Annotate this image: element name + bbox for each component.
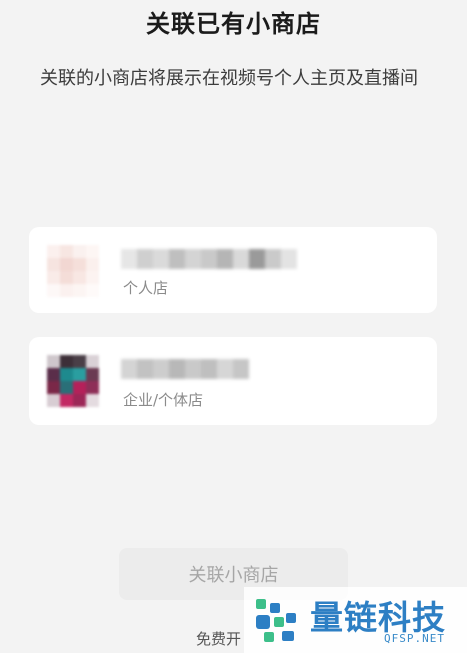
name-pixel xyxy=(153,249,169,269)
shop-name-redacted xyxy=(121,359,249,379)
avatar-pixel xyxy=(86,355,99,368)
link-shop-page: 关联已有小商店 关联的小商店将展示在视频号个人主页及直播间 个人店 企业/个体店… xyxy=(0,0,467,653)
avatar-pixel xyxy=(60,258,73,271)
name-pixel xyxy=(249,249,265,269)
avatar-pixel xyxy=(60,394,73,407)
name-pixel xyxy=(185,249,201,269)
avatar-pixel xyxy=(73,258,86,271)
name-pixel xyxy=(121,359,137,379)
name-pixel xyxy=(265,249,281,269)
avatar-pixel xyxy=(86,368,99,381)
page-description: 关联的小商店将展示在视频号个人主页及直播间 xyxy=(40,68,418,89)
avatar-pixel xyxy=(86,258,99,271)
name-pixel xyxy=(233,249,249,269)
avatar-pixel xyxy=(86,394,99,407)
avatar-pixel xyxy=(86,271,99,284)
name-pixel xyxy=(153,359,169,379)
avatar-pixel xyxy=(73,355,86,368)
shop-name-redacted xyxy=(121,249,297,269)
avatar-pixel xyxy=(47,368,60,381)
avatar-pixel xyxy=(47,258,60,271)
avatar-pixel xyxy=(60,355,73,368)
name-pixel xyxy=(185,359,201,379)
avatar-pixel xyxy=(47,245,60,258)
avatar-pixel xyxy=(73,368,86,381)
avatar-pixel xyxy=(47,271,60,284)
name-pixel xyxy=(121,249,137,269)
avatar-pixel xyxy=(47,284,60,297)
avatar-pixel xyxy=(47,381,60,394)
name-pixel xyxy=(169,249,185,269)
name-pixel xyxy=(201,249,217,269)
name-pixel xyxy=(137,249,153,269)
open-free-store-link[interactable]: 免费开 xyxy=(196,628,241,649)
watermark-logo-icon xyxy=(256,599,296,642)
avatar-pixel xyxy=(60,271,73,284)
avatar-pixel xyxy=(73,284,86,297)
avatar-pixel xyxy=(86,245,99,258)
avatar-pixel xyxy=(60,284,73,297)
avatar-pixel xyxy=(60,381,73,394)
avatar-pixel xyxy=(47,355,60,368)
avatar-pixel xyxy=(86,284,99,297)
name-pixel xyxy=(169,359,185,379)
name-pixel xyxy=(217,359,233,379)
shop-avatar xyxy=(47,355,99,407)
shop-avatar xyxy=(47,245,99,297)
name-pixel xyxy=(217,249,233,269)
shop-type-label: 个人店 xyxy=(123,279,169,297)
shop-option-enterprise[interactable]: 企业/个体店 xyxy=(29,337,437,425)
avatar-pixel xyxy=(73,381,86,394)
avatar-pixel xyxy=(73,271,86,284)
name-pixel xyxy=(233,359,249,379)
watermark-domain: QFSP.NET xyxy=(384,632,445,645)
name-pixel xyxy=(281,249,297,269)
avatar-pixel xyxy=(73,394,86,407)
avatar-pixel xyxy=(86,381,99,394)
watermark: 量链科技 QFSP.NET xyxy=(244,587,467,653)
avatar-pixel xyxy=(73,245,86,258)
avatar-pixel xyxy=(47,394,60,407)
name-pixel xyxy=(201,359,217,379)
shop-option-personal[interactable]: 个人店 xyxy=(29,227,437,313)
name-pixel xyxy=(137,359,153,379)
avatar-pixel xyxy=(60,245,73,258)
shop-type-label: 企业/个体店 xyxy=(123,391,204,409)
avatar-pixel xyxy=(60,368,73,381)
page-title: 关联已有小商店 xyxy=(146,10,321,38)
